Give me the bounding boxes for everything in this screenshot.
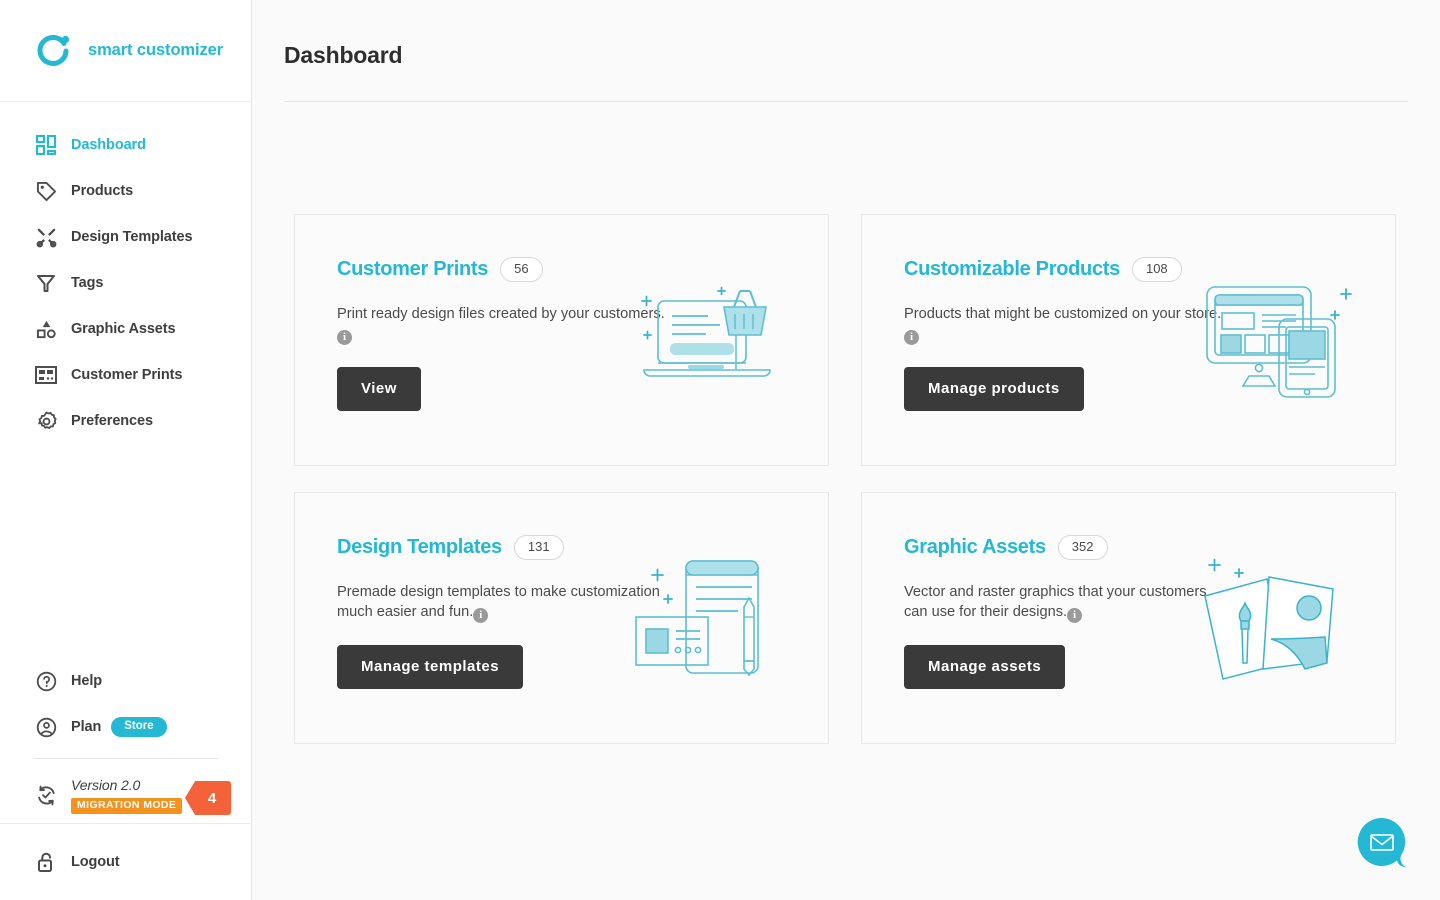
sidebar-item-tags[interactable]: Tags bbox=[0, 260, 251, 306]
shapes-icon bbox=[33, 317, 59, 341]
dashboard-cards-grid: Customer Prints 56 Print ready design fi… bbox=[252, 102, 1440, 744]
card-graphic-assets: Graphic Assets 352 Vector and raster gra… bbox=[861, 492, 1396, 744]
sidebar-divider bbox=[33, 758, 218, 759]
card-description-text: Vector and raster graphics that your cus… bbox=[904, 583, 1207, 620]
card-description: Vector and raster graphics that your cus… bbox=[904, 582, 1234, 623]
card-customer-prints: Customer Prints 56 Print ready design fi… bbox=[294, 214, 829, 466]
brand-name: smart customizer bbox=[88, 41, 224, 59]
info-icon[interactable]: i bbox=[904, 329, 919, 345]
card-description-text: Products that might be customized on you… bbox=[904, 305, 1222, 322]
card-count-badge: 352 bbox=[1057, 535, 1108, 560]
sidebar-item-label: Products bbox=[71, 183, 134, 199]
card-design-templates: Design Templates 131 Premade design temp… bbox=[294, 492, 829, 744]
update-count-badge[interactable]: 4 bbox=[185, 781, 231, 815]
info-icon[interactable]: i bbox=[337, 329, 352, 345]
manage-assets-button[interactable]: Manage assets bbox=[904, 644, 1066, 689]
card-header: Design Templates 131 bbox=[337, 535, 828, 560]
grid-icon bbox=[33, 133, 59, 157]
card-count-badge: 108 bbox=[1131, 257, 1182, 282]
sidebar-item-graphic-assets[interactable]: Graphic Assets bbox=[0, 306, 251, 352]
sidebar-item-logout[interactable]: Logout bbox=[0, 824, 251, 900]
plan-badge: Store bbox=[111, 716, 167, 738]
card-title: Design Templates bbox=[337, 535, 502, 558]
question-circle-icon bbox=[33, 669, 59, 693]
sidebar-item-preferences[interactable]: Preferences bbox=[0, 398, 251, 444]
sidebar-item-label: Graphic Assets bbox=[71, 321, 176, 337]
user-circle-icon bbox=[33, 715, 59, 739]
sidebar-item-design-templates[interactable]: Design Templates bbox=[0, 214, 251, 260]
main-content: Dashboard Customer Prints 56 Print ready… bbox=[252, 0, 1440, 900]
secondary-nav: Help Plan Store Version 2.0 MIGRATION MO… bbox=[0, 658, 251, 900]
gear-icon bbox=[33, 409, 59, 433]
version-row[interactable]: Version 2.0 MIGRATION MODE 4 bbox=[0, 767, 251, 823]
page-title: Dashboard bbox=[284, 42, 403, 68]
migration-mode-badge: MIGRATION MODE bbox=[71, 797, 183, 814]
sidebar-item-label: Dashboard bbox=[71, 137, 146, 153]
print-rows-icon bbox=[33, 363, 59, 387]
card-description: Products that might be customized on you… bbox=[904, 304, 1234, 345]
card-count-badge: 131 bbox=[513, 535, 564, 560]
card-description-text: Print ready design files created by your… bbox=[337, 305, 665, 322]
primary-nav: Dashboard Products Design Templates Tags… bbox=[0, 102, 251, 444]
sidebar-item-label: Tags bbox=[71, 275, 104, 291]
tag-icon bbox=[33, 179, 59, 203]
version-label: Version 2.0 bbox=[71, 776, 141, 793]
card-description: Print ready design files created by your… bbox=[337, 304, 667, 345]
sidebar-item-label: Logout bbox=[71, 854, 120, 870]
manage-templates-button[interactable]: Manage templates bbox=[337, 644, 524, 689]
view-button[interactable]: View bbox=[337, 366, 421, 411]
brand-logo[interactable]: smart customizer bbox=[0, 0, 251, 102]
card-title: Customizable Products bbox=[904, 257, 1120, 280]
sidebar-item-label: Customer Prints bbox=[71, 367, 183, 383]
ring-dot-logo-icon bbox=[34, 31, 74, 71]
sidebar-item-help[interactable]: Help bbox=[0, 658, 251, 704]
chat-support-button[interactable] bbox=[1356, 816, 1408, 868]
sidebar-item-label: Preferences bbox=[71, 413, 153, 429]
sidebar-item-label: Design Templates bbox=[71, 229, 193, 245]
card-title: Graphic Assets bbox=[904, 535, 1046, 558]
card-description: Premade design templates to make customi… bbox=[337, 582, 667, 623]
scissors-icon bbox=[33, 225, 59, 249]
sync-check-icon bbox=[33, 783, 59, 807]
card-customizable-products: Customizable Products 108 Products that … bbox=[861, 214, 1396, 466]
sidebar-item-customer-prints[interactable]: Customer Prints bbox=[0, 352, 251, 398]
card-header: Customer Prints 56 bbox=[337, 257, 828, 282]
sidebar-item-dashboard[interactable]: Dashboard bbox=[0, 122, 251, 168]
card-header: Graphic Assets 352 bbox=[904, 535, 1395, 560]
card-title: Customer Prints bbox=[337, 257, 489, 280]
card-description-text: Premade design templates to make customi… bbox=[337, 583, 660, 620]
sidebar-item-label: Help bbox=[71, 673, 103, 689]
card-count-badge: 56 bbox=[500, 257, 543, 282]
card-header: Customizable Products 108 bbox=[904, 257, 1395, 282]
funnel-icon bbox=[33, 271, 59, 295]
page-header: Dashboard bbox=[252, 0, 1440, 102]
sidebar-item-label: Plan bbox=[71, 719, 102, 735]
sidebar: smart customizer Dashboard Products Desi… bbox=[0, 0, 252, 900]
info-icon[interactable]: i bbox=[1067, 607, 1083, 623]
manage-products-button[interactable]: Manage products bbox=[904, 366, 1084, 411]
sidebar-item-products[interactable]: Products bbox=[0, 168, 251, 214]
sidebar-item-plan[interactable]: Plan Store bbox=[0, 704, 251, 750]
info-icon[interactable]: i bbox=[473, 607, 489, 623]
unlock-icon bbox=[33, 850, 59, 874]
